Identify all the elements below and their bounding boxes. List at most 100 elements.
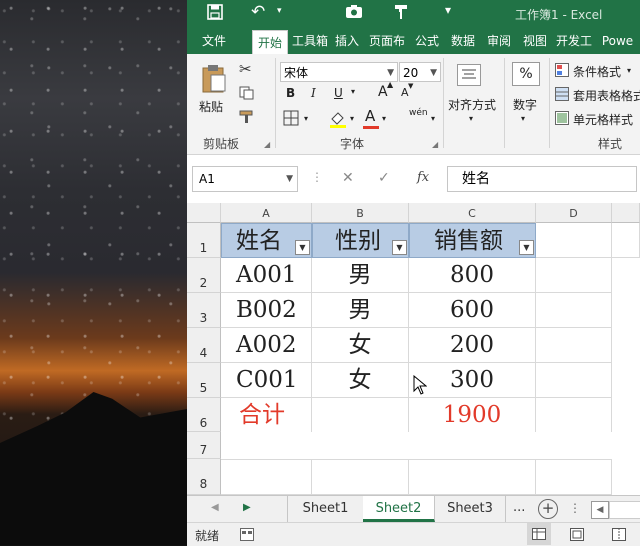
number-dropdown-icon[interactable]: ▾ [521,114,525,123]
table-cell[interactable]: A001 [221,258,312,293]
tab-power[interactable]: Powe [595,28,640,54]
filter-dropdown-icon[interactable]: ▼ [392,240,407,255]
tab-formulas[interactable]: 公式 [410,28,444,54]
font-launcher-icon[interactable]: ◢ [432,140,438,149]
column-header-a[interactable]: A [221,203,312,223]
formula-input[interactable]: 姓名 [447,166,637,192]
table-cell[interactable] [536,328,612,363]
table-cell[interactable] [536,293,612,328]
header-cell-gender[interactable]: 性别 ▼ [312,223,409,258]
table-cell[interactable]: B002 [221,293,312,328]
name-box[interactable]: A1 ▼ [192,166,298,192]
insert-function-button[interactable]: fx [417,170,429,185]
format-brush-icon[interactable] [239,110,255,128]
border-dropdown-icon[interactable]: ▾ [304,114,308,123]
phonetic-button[interactable]: wén [409,108,428,118]
cancel-button[interactable]: ✕ [342,170,354,186]
tab-home[interactable]: 开始 [252,30,288,55]
paste-icon[interactable] [201,64,227,98]
table-cell[interactable]: 男 [312,258,409,293]
table-cell[interactable] [312,398,409,432]
underline-button[interactable]: U [334,86,343,100]
phonetic-dropdown-icon[interactable]: ▾ [431,114,435,123]
sheet-tab-sheet3[interactable]: Sheet3 [435,496,506,522]
alignment-dropdown-icon[interactable]: ▾ [469,114,473,123]
tab-review[interactable]: 审阅 [482,28,516,54]
tab-view[interactable]: 视图 [518,28,552,54]
select-all-corner[interactable] [187,203,221,223]
page-break-view-icon[interactable] [612,528,626,544]
table-cell[interactable]: 女 [312,363,409,398]
copy-icon[interactable] [239,86,255,104]
column-header-d[interactable]: D [536,203,612,223]
cell-d1[interactable] [536,223,612,258]
tab-page-layout[interactable]: 页面布 [367,28,407,54]
table-cell[interactable] [536,258,612,293]
tab-data[interactable]: 数据 [446,28,480,54]
camera-icon[interactable] [345,4,363,23]
row-header-1[interactable]: 1 [187,223,221,258]
font-color-dropdown-icon[interactable]: ▾ [382,114,386,123]
more-sheets-button[interactable]: ... [513,500,525,515]
undo-icon[interactable]: ↶ [251,2,265,22]
column-header-c[interactable]: C [409,203,536,223]
table-cell[interactable] [409,459,536,495]
scroll-right-icon[interactable]: ▶ [243,502,251,513]
table-cell[interactable] [312,459,409,495]
table-cell[interactable]: 男 [312,293,409,328]
font-size-select[interactable]: 20 ▼ [399,62,441,82]
tab-file[interactable]: 文件 [195,28,233,54]
cell-e1[interactable] [612,223,640,258]
table-cell[interactable]: 800 [409,258,536,293]
cell-styles-button[interactable]: 单元格样式 [573,111,633,128]
table-cell[interactable]: 300 [409,363,536,398]
row-header-8[interactable]: 8 [187,459,221,495]
row-header-5[interactable]: 5 [187,363,221,398]
save-icon[interactable] [207,4,223,24]
table-cell[interactable] [536,363,612,398]
table-cell[interactable] [221,459,312,495]
alignment-icon[interactable] [457,64,481,90]
conditional-format-button[interactable]: 条件格式 [573,63,621,80]
page-layout-view-icon[interactable] [570,528,584,544]
undo-dropdown-icon[interactable]: ▾ [277,6,282,16]
column-header-e[interactable] [612,203,640,223]
italic-button[interactable]: I [311,86,316,100]
cut-icon[interactable]: ✂ [239,60,252,78]
enter-button[interactable]: ✓ [378,170,390,186]
table-cell[interactable]: 600 [409,293,536,328]
row-header-3[interactable]: 3 [187,293,221,328]
alignment-label[interactable]: 对齐方式 [448,96,496,113]
normal-view-icon[interactable] [527,523,551,545]
table-cell[interactable]: C001 [221,363,312,398]
fill-dropdown-icon[interactable]: ▾ [350,114,354,123]
percent-button[interactable]: % [512,62,540,86]
filter-dropdown-icon[interactable]: ▼ [519,240,534,255]
sheet-tab-sheet2[interactable]: Sheet2 [363,496,435,522]
table-cell[interactable]: 女 [312,328,409,363]
chevron-down-icon[interactable]: ▼ [286,167,293,191]
horizontal-scrollbar[interactable] [609,501,640,519]
row-header-6[interactable]: 6 [187,398,221,432]
conditional-format-dropdown-icon[interactable]: ▾ [627,66,631,75]
tab-developer[interactable]: 开发工 [554,28,594,54]
number-label[interactable]: 数字 [513,96,537,113]
bold-button[interactable]: B [286,86,295,100]
macro-record-icon[interactable] [240,528,254,544]
table-cell[interactable] [536,459,612,495]
row-header-2[interactable]: 2 [187,258,221,293]
paste-label[interactable]: 粘贴 [199,98,223,115]
tab-toolbox[interactable]: 工具箱 [290,28,330,54]
row-header-4[interactable]: 4 [187,328,221,363]
header-cell-name[interactable]: 姓名 ▼ [221,223,312,258]
total-value-cell[interactable]: 1900 [409,398,536,432]
underline-dropdown-icon[interactable]: ▾ [351,87,355,96]
font-name-select[interactable]: 宋体 ▼ [280,62,398,82]
filter-dropdown-icon[interactable]: ▼ [295,240,310,255]
table-cell[interactable] [536,398,612,432]
scroll-left-icon[interactable]: ◀ [211,502,219,513]
table-cell[interactable]: A002 [221,328,312,363]
font-color-button[interactable]: A [365,107,375,125]
hscroll-left-icon[interactable]: ◀ [591,501,609,519]
header-cell-sales[interactable]: 销售额 ▼ [409,223,536,258]
